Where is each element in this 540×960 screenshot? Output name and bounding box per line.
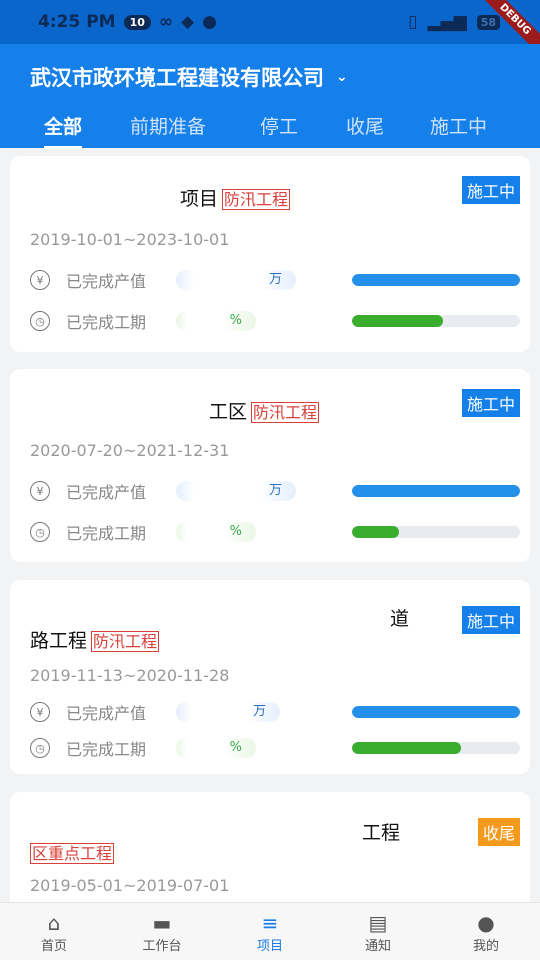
status-bar: 4:25 PM 10 ∞ ◆ ● ▯ ▂▄▆ 58 DEBUG — [0, 0, 540, 64]
status-badge: 施工中 — [461, 606, 520, 634]
signal-icon: ▂▄▆ — [427, 12, 467, 32]
tab-preparation[interactable]: 前期准备 — [130, 112, 206, 139]
progress-fill — [352, 485, 520, 497]
yuan-icon: ¥ — [30, 270, 50, 290]
progress-fill — [352, 315, 443, 327]
status-badge: 施工中 — [461, 389, 520, 417]
nav-home[interactable]: ⌂ 首页 — [0, 903, 108, 960]
time: 4:25 PM — [38, 12, 116, 32]
list-icon: ≡ — [261, 911, 279, 935]
status-badge: 施工中 — [461, 176, 520, 204]
project-dates: 2019-11-13~2020-11-28 — [30, 666, 230, 685]
output-progress-bar — [352, 706, 520, 718]
project-dates: 2020-07-20~2021-12-31 — [30, 441, 230, 460]
period-progress-bar — [352, 526, 520, 538]
android-icon: ◆ — [181, 12, 195, 32]
company-selector[interactable]: 武汉市政环境工程建设有限公司 ⌄ — [30, 62, 348, 92]
project-title: 项目 — [180, 188, 219, 210]
clock-icon: ◷ — [30, 738, 50, 758]
nav-projects[interactable]: ≡ 项目 — [216, 903, 324, 960]
project-dates: 2019-10-01~2023-10-01 — [30, 230, 230, 249]
output-value: 万 — [176, 270, 296, 290]
output-value: 万 — [176, 481, 296, 501]
tab-finishing[interactable]: 收尾 — [346, 112, 384, 139]
period-value: % — [176, 311, 256, 331]
nav-profile[interactable]: ● 我的 — [432, 903, 540, 960]
project-title: 道 — [390, 608, 410, 630]
period-label: 已完成工期 — [66, 740, 147, 759]
output-progress-bar — [352, 274, 520, 286]
message-icon: ▤ — [368, 911, 388, 935]
nav-label: 我的 — [472, 939, 499, 954]
project-tag: 防汛工程 — [222, 189, 291, 210]
project-title-cont: 路工程 — [30, 630, 88, 652]
output-label: 已完成产值 — [66, 483, 147, 502]
status-badge: 收尾 — [477, 818, 520, 846]
output-label: 已完成产值 — [66, 272, 147, 291]
tab-in-progress[interactable]: 施工中 — [430, 112, 487, 139]
tab-all[interactable]: 全部 — [44, 112, 83, 149]
project-card[interactable]: 项目 防汛工程 施工中 2019-10-01~2023-10-01 ¥ 已完成产值 万… — [10, 156, 530, 352]
project-card[interactable]: 工区 防汛工程 施工中 2020-07-20~2021-12-31 ¥ 已完成产值 万… — [10, 369, 530, 562]
link-icon: ∞ — [158, 12, 174, 32]
output-progress-bar — [352, 485, 520, 497]
period-progress-bar — [352, 742, 520, 754]
nav-workbench[interactable]: ▬ 工作台 — [108, 903, 216, 960]
person-icon: ● — [477, 911, 495, 935]
clock-icon: ◷ — [30, 522, 50, 542]
notification-count: 10 — [123, 14, 151, 30]
yuan-icon: ¥ — [30, 481, 50, 501]
project-tag: 区重点工程 — [30, 843, 115, 864]
nav-label: 通知 — [364, 939, 391, 954]
period-label: 已完成工期 — [66, 313, 147, 332]
nav-label: 项目 — [256, 939, 283, 954]
nav-label: 工作台 — [142, 939, 182, 954]
period-value: % — [176, 522, 256, 542]
company-name: 武汉市政环境工程建设有限公司 — [30, 66, 324, 90]
progress-fill — [352, 526, 400, 538]
output-label: 已完成产值 — [66, 704, 147, 723]
progress-fill — [352, 274, 520, 286]
progress-fill — [352, 706, 520, 718]
app-bar: 武汉市政环境工程建设有限公司 ⌄ 全部 前期准备 停工 收尾 施工中 — [0, 44, 540, 149]
project-dates: 2019-05-01~2019-07-01 — [30, 876, 230, 895]
period-progress-bar — [352, 315, 520, 327]
briefcase-icon: ▬ — [152, 911, 172, 935]
progress-fill — [352, 742, 462, 754]
project-tag: 防汛工程 — [251, 402, 320, 423]
period-value: % — [176, 738, 256, 758]
project-title: 工程 — [362, 822, 401, 844]
project-card[interactable]: 道 路工程 防汛工程 施工中 2019-11-13~2020-11-28 ¥ 已完成… — [10, 580, 530, 774]
output-value: 万 — [176, 702, 280, 722]
clock-icon: ◷ — [30, 311, 50, 331]
battery: 58 — [476, 14, 500, 30]
project-tag: 防汛工程 — [91, 631, 160, 652]
chevron-down-icon: ⌄ — [336, 69, 348, 85]
nav-label: 首页 — [40, 939, 67, 954]
home-icon: ⌂ — [47, 911, 61, 935]
vibrate-icon: ▯ — [408, 12, 418, 32]
project-title: 工区 — [209, 401, 248, 423]
period-label: 已完成工期 — [66, 524, 147, 543]
tab-suspended[interactable]: 停工 — [260, 112, 298, 139]
nav-notifications[interactable]: ▤ 通知 — [324, 903, 432, 960]
yuan-icon: ¥ — [30, 702, 50, 722]
chat-icon: ● — [202, 12, 217, 32]
bottom-nav: ⌂ 首页 ▬ 工作台 ≡ 项目 ▤ 通知 ● 我的 — [0, 902, 540, 960]
